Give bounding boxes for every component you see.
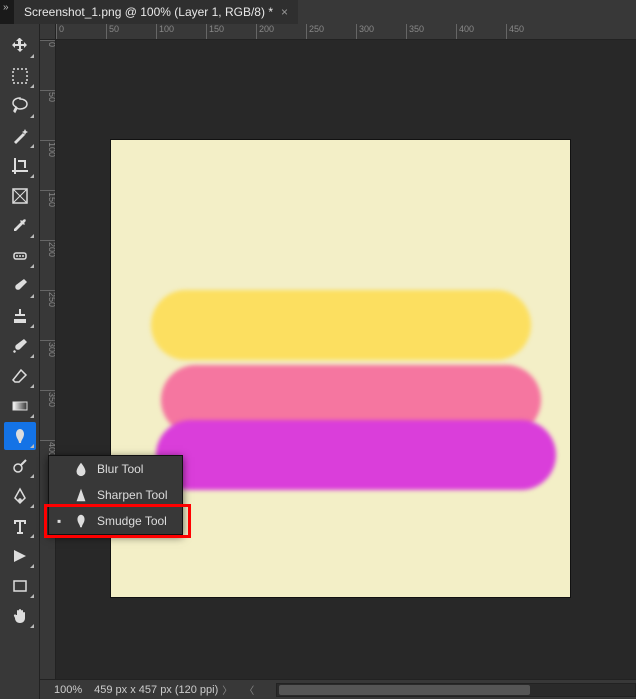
history-brush-tool[interactable] — [4, 332, 36, 360]
gradient-tool[interactable] — [4, 392, 36, 420]
scroll-thumb[interactable] — [279, 685, 529, 695]
flyout-item-label: Blur Tool — [97, 462, 143, 476]
move-tool[interactable] — [4, 32, 36, 60]
ruler-vertical[interactable]: 050100150200250300350400 — [40, 40, 56, 679]
ruler-tick: 300 — [40, 340, 55, 390]
ruler-tick: 50 — [40, 90, 55, 140]
zoom-level[interactable]: 100% — [54, 684, 82, 696]
close-tab-icon[interactable]: × — [281, 5, 288, 19]
ruler-tick: 350 — [40, 390, 55, 440]
type-tool[interactable] — [4, 512, 36, 540]
healing-brush-tool[interactable] — [4, 242, 36, 270]
magic-wand-tool[interactable] — [4, 122, 36, 150]
rectangle-tool[interactable] — [4, 572, 36, 600]
ruler-tick: 300 — [356, 24, 406, 39]
ruler-tick: 100 — [156, 24, 206, 39]
marquee-tool[interactable] — [4, 62, 36, 90]
document-tab[interactable]: Screenshot_1.png @ 100% (Layer 1, RGB/8)… — [14, 0, 298, 24]
eyedropper-tool[interactable] — [4, 212, 36, 240]
paint-stroke-magenta — [156, 420, 556, 490]
eraser-tool[interactable] — [4, 362, 36, 390]
ruler-tick: 400 — [456, 24, 506, 39]
ruler-tick: 250 — [306, 24, 356, 39]
pen-tool[interactable] — [4, 482, 36, 510]
toolbox — [0, 24, 40, 699]
chevron-right-icon[interactable]: 〉 — [222, 682, 232, 697]
zoom-value: 100% — [54, 684, 82, 696]
ruler-tick: 200 — [40, 240, 55, 290]
hand-tool[interactable] — [4, 602, 36, 630]
ruler-tick: 350 — [406, 24, 456, 39]
document-tab-title: Screenshot_1.png @ 100% (Layer 1, RGB/8)… — [24, 5, 273, 19]
scroll-left-icon[interactable]: 〈 — [244, 682, 254, 697]
ruler-origin[interactable] — [40, 24, 56, 40]
ruler-tick: 200 — [256, 24, 306, 39]
active-marker: ▪ — [57, 514, 65, 528]
lasso-tool[interactable] — [4, 92, 36, 120]
document-dimensions: 459 px x 457 px (120 ppi) — [94, 684, 218, 696]
paint-stroke-yellow — [151, 290, 531, 360]
flyout-item-label: Sharpen Tool — [97, 488, 168, 502]
path-selection-tool[interactable] — [4, 542, 36, 570]
ruler-tick: 0 — [40, 40, 55, 90]
document-tab-bar: Screenshot_1.png @ 100% (Layer 1, RGB/8)… — [14, 0, 636, 24]
crop-tool[interactable] — [4, 152, 36, 180]
ruler-tick: 250 — [40, 290, 55, 340]
dodge-tool[interactable] — [4, 452, 36, 480]
document-info[interactable]: 459 px x 457 px (120 ppi) 〉 — [94, 682, 232, 697]
flyout-item-sharpen-tool[interactable]: Sharpen Tool — [49, 482, 182, 508]
ruler-tick: 50 — [106, 24, 156, 39]
ruler-tick: 0 — [56, 24, 106, 39]
flyout-item-label: Smudge Tool — [97, 514, 167, 528]
workspace: 050100150200250300350400450 050100150200… — [40, 24, 636, 679]
ruler-tick: 100 — [40, 140, 55, 190]
clone-stamp-tool[interactable] — [4, 302, 36, 330]
ruler-tick: 150 — [40, 190, 55, 240]
tool-flyout-menu: Blur Tool Sharpen Tool ▪ Smudge Tool — [48, 455, 183, 535]
horizontal-scrollbar[interactable] — [276, 683, 636, 697]
ruler-tick: 150 — [206, 24, 256, 39]
frame-tool[interactable] — [4, 182, 36, 210]
ruler-horizontal[interactable]: 050100150200250300350400450 — [56, 24, 636, 40]
flyout-item-blur-tool[interactable]: Blur Tool — [49, 456, 182, 482]
ruler-tick: 450 — [506, 24, 556, 39]
expand-panels-icon[interactable]: » — [0, 0, 14, 14]
brush-tool[interactable] — [4, 272, 36, 300]
status-bar: 100% 459 px x 457 px (120 ppi) 〉 〈 — [40, 679, 636, 699]
smudge-tool[interactable] — [4, 422, 36, 450]
canvas-viewport[interactable] — [56, 40, 636, 679]
flyout-item-smudge-tool[interactable]: ▪ Smudge Tool — [49, 508, 182, 534]
